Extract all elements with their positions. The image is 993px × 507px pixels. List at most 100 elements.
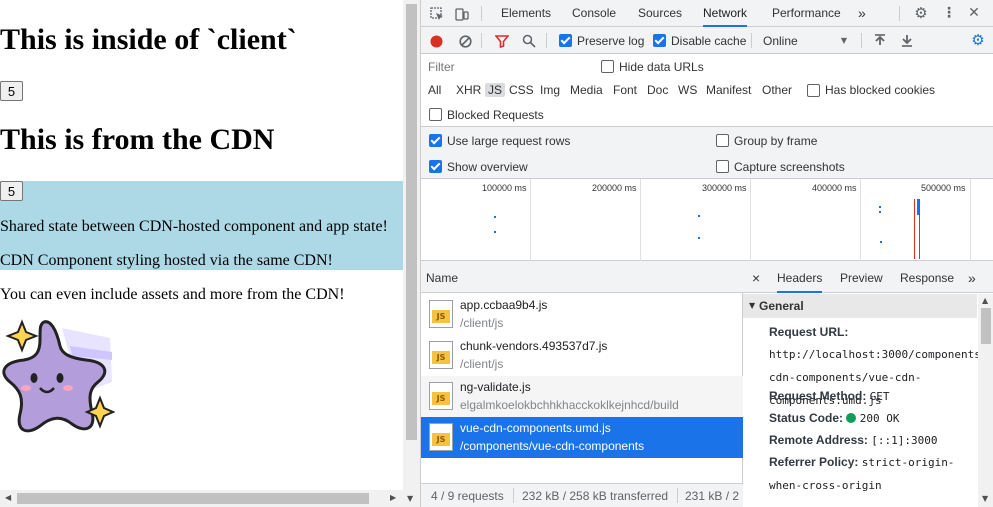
request-row[interactable]: JS chunk-vendors.493537d7.js /client/js [421,335,743,376]
vertical-scroll-thumb[interactable] [406,4,417,440]
more-options-icon[interactable]: ⋮ [941,5,957,21]
export-har-icon[interactable] [900,33,914,48]
scroll-down-icon[interactable]: ▼ [982,494,988,503]
import-har-icon[interactable] [873,33,887,48]
name-column-header[interactable]: Name [426,271,458,285]
type-manifest[interactable]: Manifest [706,83,751,97]
scroll-up-icon[interactable]: ▲ [982,296,988,305]
cdn-counter-button[interactable]: 5 [0,181,23,201]
tab-preview[interactable]: Preview [840,261,883,293]
tab-response[interactable]: Response [900,261,954,293]
filter-icon[interactable] [494,33,509,48]
large-rows-checkbox[interactable] [429,134,442,147]
tab-console[interactable]: Console [572,0,616,27]
request-path: /client/js [460,316,504,330]
clear-icon[interactable] [458,34,472,48]
type-font[interactable]: Font [613,83,637,97]
details-tab-bar: × Headers Preview Response » [743,261,993,293]
overview-request-dot [880,241,882,243]
type-all[interactable]: All [428,83,441,97]
type-xhr[interactable]: XHR [456,83,481,97]
scroll-right-icon[interactable]: ▶ [390,493,396,502]
record-icon[interactable] [429,34,443,48]
tab-headers[interactable]: Headers [777,261,823,293]
type-doc[interactable]: Doc [647,83,668,97]
close-devtools-icon[interactable]: ✕ [966,5,982,21]
request-path: /components/vue-cdn-components [460,439,645,453]
filter-row: Hide data URLs [421,54,993,79]
network-settings-icon[interactable]: ⚙ [970,31,986,49]
inspect-element-icon[interactable] [429,6,445,22]
throttling-dropdown-icon[interactable]: ▼ [839,35,849,45]
show-overview-checkbox[interactable] [429,160,442,173]
field-value: [::1]:3000 [871,434,938,447]
device-toolbar-icon[interactable] [454,6,470,22]
blocked-requests-row: Blocked Requests [421,104,993,127]
status-code-field: Status Code: 200 OK [769,407,979,430]
field-key: Request Method: [769,389,867,403]
more-tabs-button[interactable]: » [858,0,866,27]
load-event-marker [919,199,920,259]
status-ok-icon [846,413,857,423]
filter-input[interactable] [425,58,588,75]
more-details-tabs-button[interactable]: » [968,261,976,293]
type-media[interactable]: Media [570,83,603,97]
details-scrollbar[interactable]: ▲ ▼ [978,294,993,507]
request-row-selected[interactable]: JS vue-cdn-components.umd.js /components… [421,417,743,458]
field-key: Status Code: [769,411,844,425]
disable-cache-checkbox[interactable] [653,34,666,47]
capture-screenshots-checkbox[interactable] [716,160,729,173]
network-toolbar: Preserve log Disable cache Online ▼ ⚙ [421,27,993,54]
general-section-header[interactable]: ▼ General [743,294,977,318]
tab-network[interactable]: Network [703,0,748,27]
client-counter-button[interactable]: 5 [0,81,23,101]
remote-address-field: Remote Address: [::1]:3000 [769,429,979,452]
devtools-panel: Elements Console Sources Network Perform… [420,0,993,507]
scroll-left-icon[interactable]: ◀ [5,493,11,502]
overview-gridline [970,179,971,261]
blocked-requests-checkbox[interactable] [429,108,442,121]
group-by-frame-checkbox[interactable] [716,134,729,147]
app-page: This is inside of `client` 5 This is fro… [0,0,403,507]
throttling-select[interactable]: Online [763,34,798,48]
tab-sources[interactable]: Sources [638,0,682,27]
settings-gear-icon[interactable]: ⚙ [913,4,929,22]
network-overview-timeline[interactable]: 100000 ms 200000 ms 300000 ms 400000 ms … [421,179,993,261]
group-by-frame-label: Group by frame [734,134,818,148]
type-css[interactable]: CSS [509,83,534,97]
overview-tick: 100000 ms [482,183,527,193]
overview-request-dot [494,231,496,233]
scroll-down-icon[interactable]: ▼ [407,494,413,503]
close-details-icon[interactable]: × [752,261,760,293]
devtools-tab-bar: Elements Console Sources Network Perform… [421,0,993,27]
type-other[interactable]: Other [762,83,792,97]
tab-performance[interactable]: Performance [772,0,841,27]
type-img[interactable]: Img [540,83,560,97]
js-file-icon: JS [429,423,453,451]
load-event-marker [914,199,915,259]
vertical-scrollbar[interactable]: ▼ [403,0,420,507]
search-icon[interactable] [521,33,536,48]
horizontal-scrollbar[interactable]: ◀ ▶ [0,490,403,507]
request-row[interactable]: JS ng-validate.js elgalmkoelokbchhkhacck… [421,376,743,417]
overview-request-dot [494,216,496,218]
resources-size: 231 kB / 2 [685,489,740,503]
request-name: ng-validate.js [460,380,531,394]
type-js[interactable]: JS [485,83,506,97]
large-rows-label: Use large request rows [447,134,571,148]
horizontal-scroll-thumb[interactable] [17,493,369,504]
hide-data-urls-checkbox[interactable] [601,60,614,73]
request-row[interactable]: JS app.ccbaa9b4.js /client/js [421,294,743,335]
tab-elements[interactable]: Elements [501,0,551,27]
preserve-log-checkbox[interactable] [559,34,572,47]
overview-request-dot [879,211,881,213]
assets-text: You can even include assets and more fro… [0,286,345,303]
details-scroll-thumb[interactable] [981,308,991,344]
js-file-icon: JS [429,341,453,369]
overview-request-dot [698,215,700,217]
requests-list: Name JS app.ccbaa9b4.js /client/js JS ch… [421,261,743,483]
field-key: Request URL: [769,325,849,339]
type-ws[interactable]: WS [678,83,697,97]
overview-tick: 200000 ms [592,183,637,193]
has-blocked-cookies-checkbox[interactable] [807,84,820,97]
